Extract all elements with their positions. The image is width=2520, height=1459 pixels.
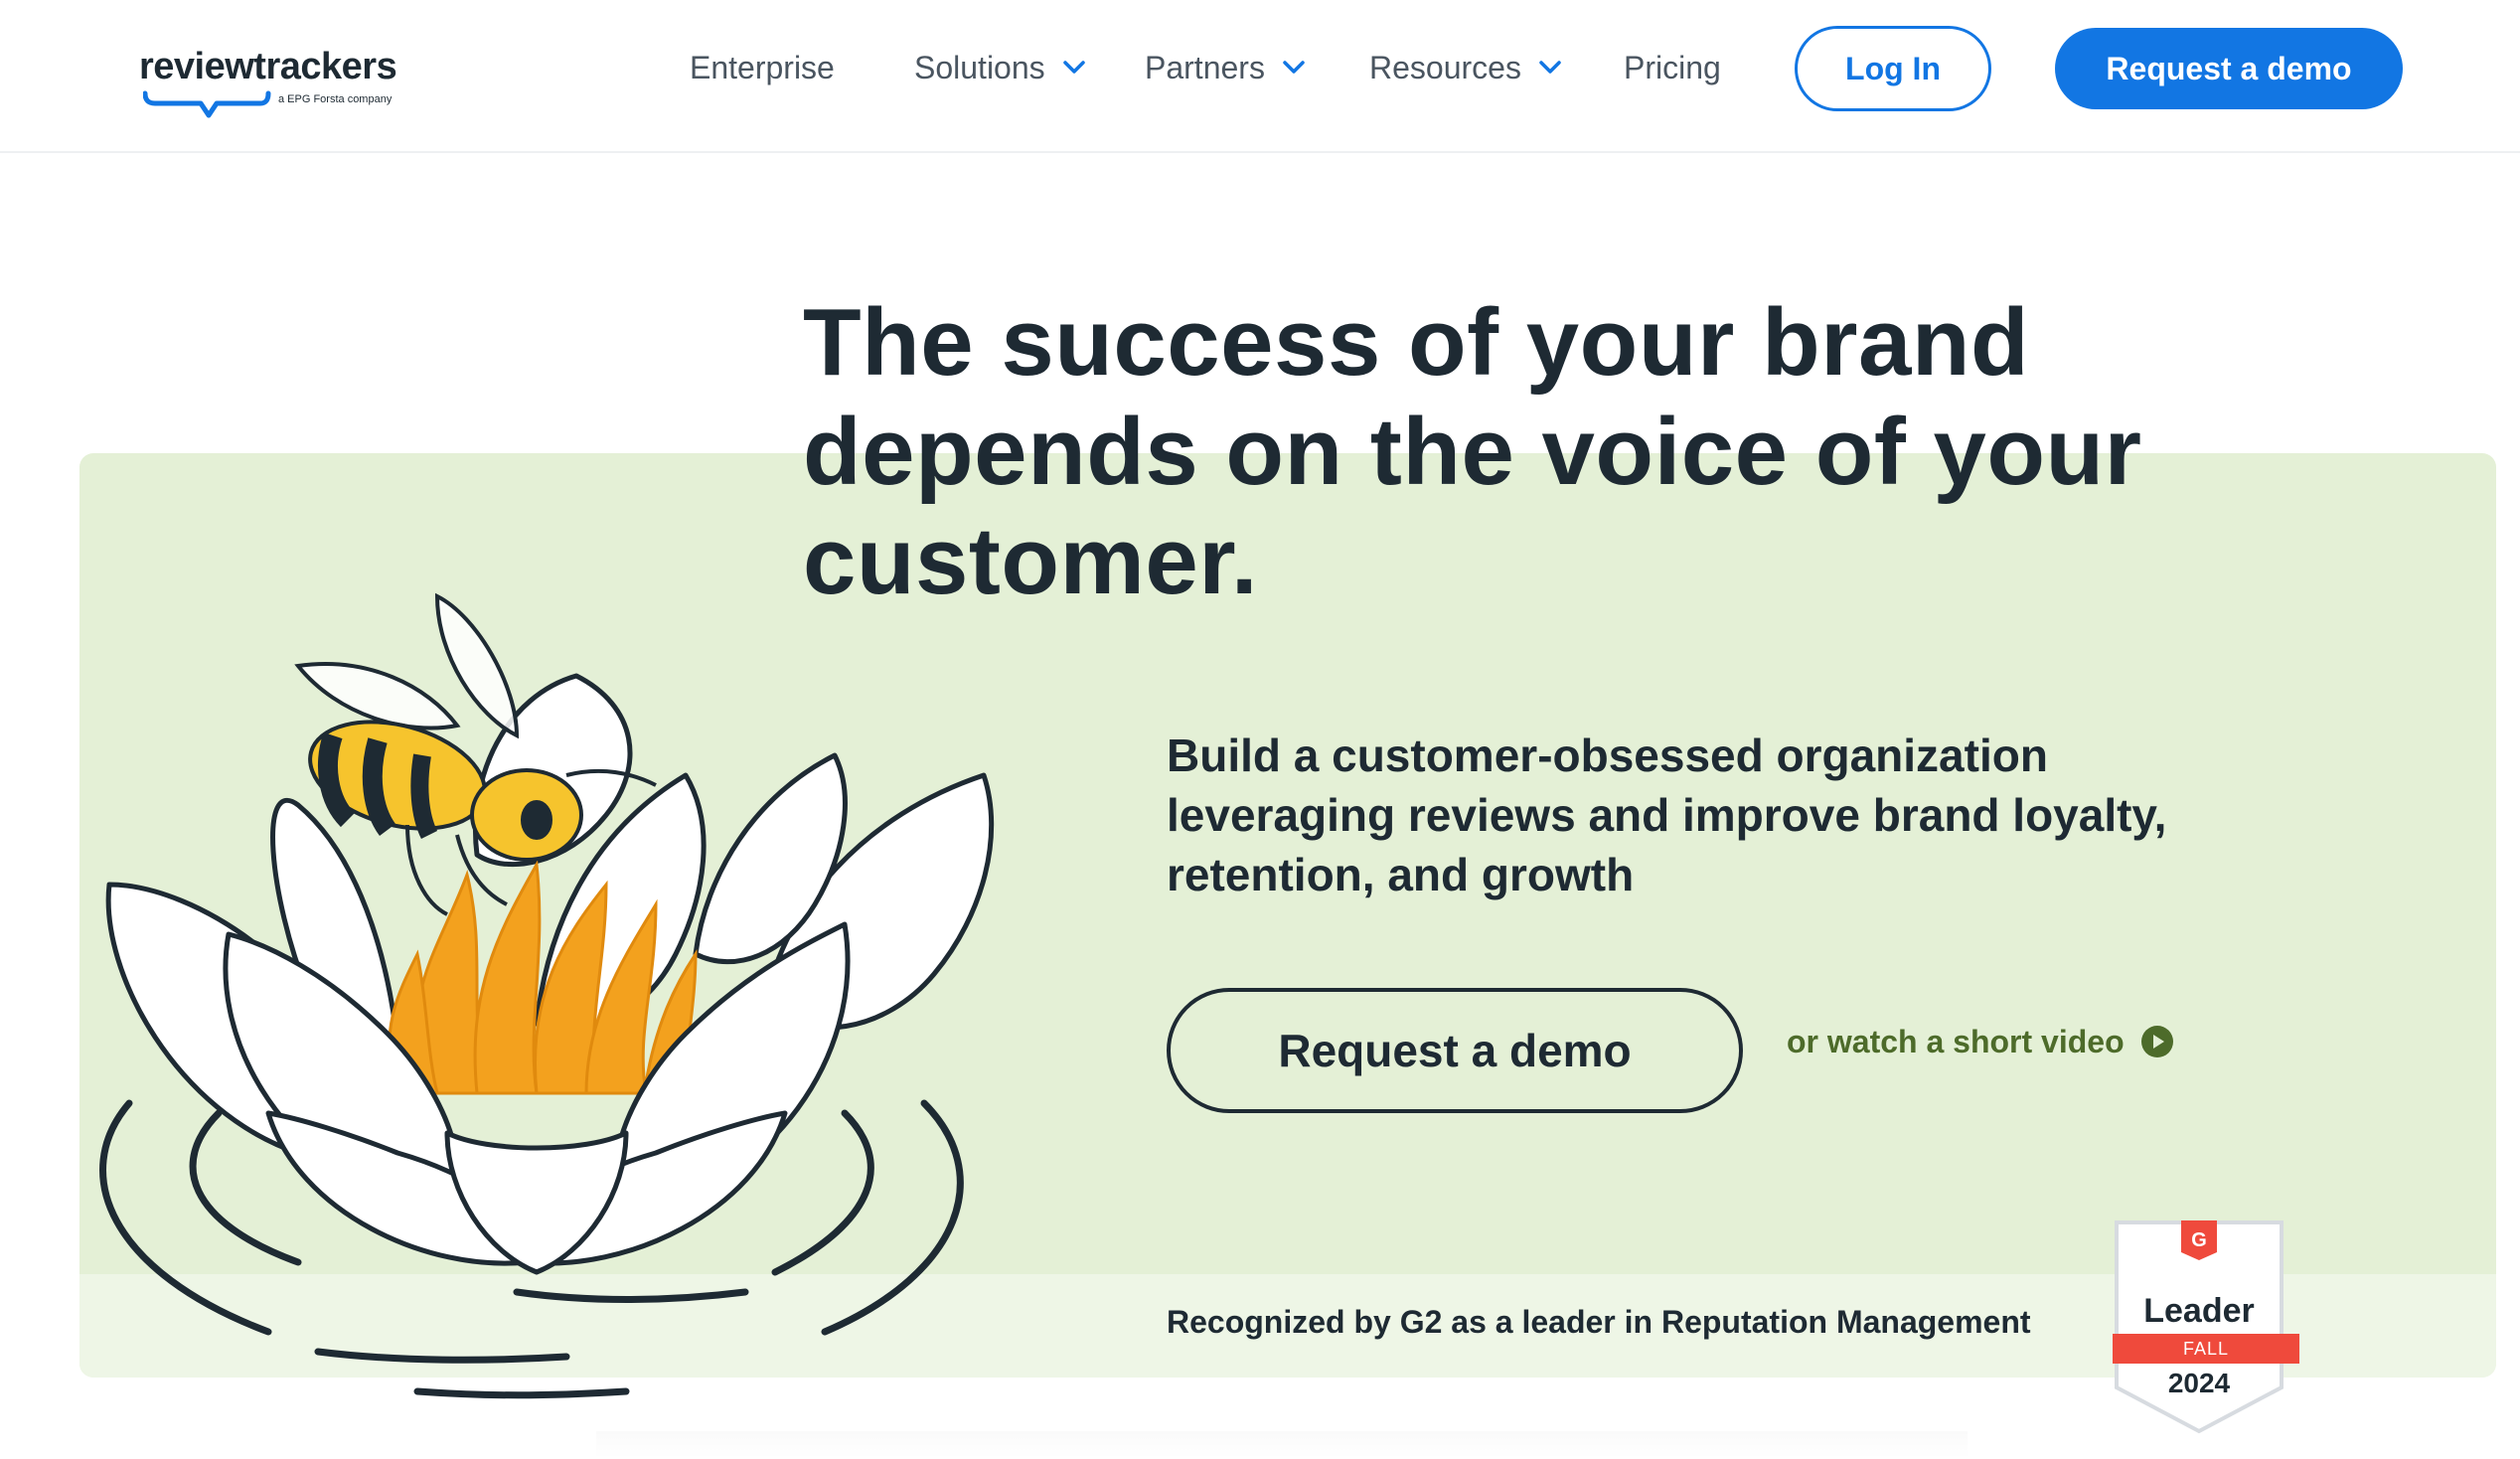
subtext-line: retention, and growth: [1167, 849, 1635, 900]
top-navigation: reviewtrackers a EPG Forsta company Ente…: [0, 0, 2520, 153]
chevron-down-icon: [1062, 61, 1085, 74]
svg-text:G: G: [2191, 1229, 2207, 1251]
nav-label: Partners: [1145, 49, 1265, 85]
nav-label: Pricing: [1624, 49, 1721, 85]
logo-wordmark: reviewtrackers: [139, 46, 397, 87]
headline-line: customer.: [803, 508, 1259, 614]
subtext-line: leveraging reviews and improve brand loy…: [1167, 789, 2167, 841]
lotus-bee-illustration: [99, 592, 995, 1399]
login-button[interactable]: Log In: [1795, 26, 1991, 111]
g2-recognition-text: Recognized by G2 as a leader in Reputati…: [1167, 1304, 2031, 1340]
badge-season: FALL: [2113, 1334, 2299, 1364]
hero-headline: The success of your brand depends on the…: [803, 288, 2293, 616]
badge-title: Leader: [2143, 1292, 2255, 1330]
g2-leader-badge: G Leader FALL 2024: [2113, 1218, 2303, 1435]
request-demo-button[interactable]: Request a demo: [2055, 28, 2403, 109]
nav-label: Solutions: [914, 49, 1045, 85]
nav-partners[interactable]: Partners: [1145, 46, 1305, 89]
hero-subtext: Build a customer-obsessed organization l…: [1167, 726, 2299, 904]
nav-label: Enterprise: [690, 49, 835, 85]
headline-line: The success of your brand: [803, 289, 2030, 396]
nav-solutions[interactable]: Solutions: [914, 46, 1085, 89]
headline-line: depends on the voice of your: [803, 399, 2142, 505]
section-divider-shadow: [596, 1431, 1968, 1459]
watch-video-label: or watch a short video: [1787, 1023, 2125, 1059]
nav-pricing[interactable]: Pricing: [1624, 46, 1721, 89]
watch-video-link[interactable]: or watch a short video: [1787, 1020, 2174, 1063]
subtext-line: Build a customer-obsessed organization: [1167, 730, 2048, 781]
nav-label: Resources: [1369, 49, 1521, 85]
hero-request-demo-button[interactable]: Request a demo: [1167, 988, 1743, 1113]
badge-year: 2024: [2167, 1368, 2231, 1398]
logo[interactable]: reviewtrackers a EPG Forsta company: [139, 46, 437, 125]
logo-parent-company: a EPG Forsta company: [278, 93, 393, 105]
speech-bubble-icon: [143, 90, 271, 118]
nav-enterprise[interactable]: Enterprise: [690, 46, 835, 89]
nav-resources[interactable]: Resources: [1369, 46, 1561, 89]
chevron-down-icon: [1539, 61, 1561, 74]
chevron-down-icon: [1283, 61, 1305, 74]
play-circle-icon: [2140, 1026, 2173, 1057]
